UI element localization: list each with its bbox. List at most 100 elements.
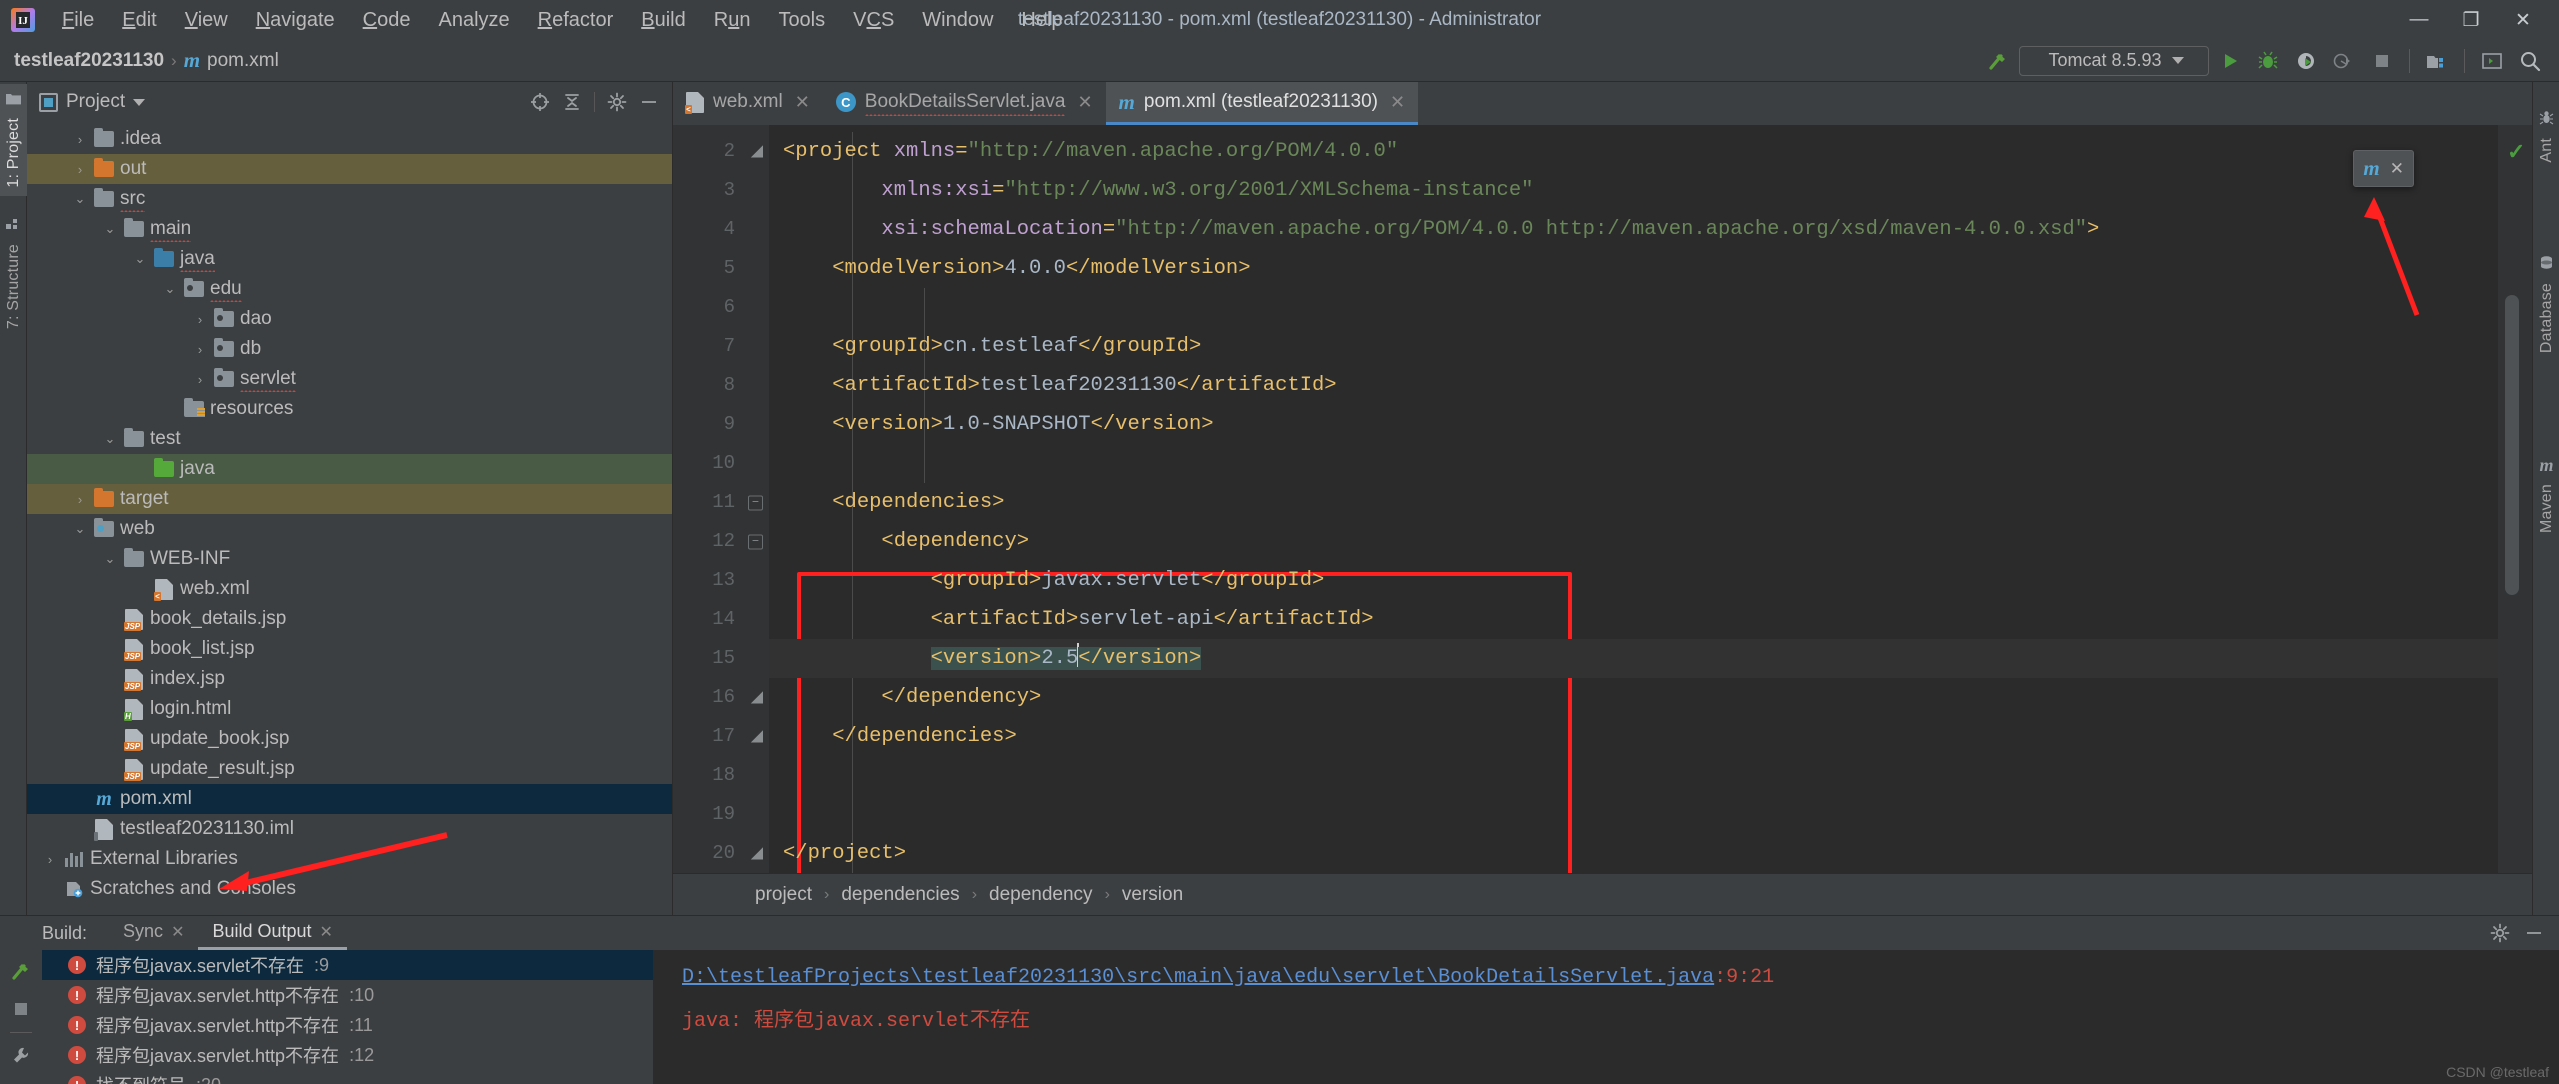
- gutter-line-13[interactable]: 13: [673, 561, 769, 600]
- tree-item-servlet[interactable]: ›servlet: [27, 364, 672, 394]
- tree-item--idea[interactable]: ›.idea: [27, 124, 672, 154]
- breadcrumb-file[interactable]: pom.xml: [207, 50, 279, 72]
- menu-item-tools[interactable]: Tools: [764, 6, 839, 35]
- menu-item-run[interactable]: Run: [700, 6, 765, 35]
- build-error-row[interactable]: !程序包javax.servlet.http不存在:12: [42, 1040, 653, 1070]
- tree-item-java[interactable]: ⌄java: [27, 244, 672, 274]
- terminal-icon[interactable]: [2475, 45, 2509, 77]
- editor-scrollbar-thumb[interactable]: [2505, 295, 2519, 595]
- build-error-row[interactable]: !程序包javax.servlet.http不存在:10: [42, 980, 653, 1010]
- menu-item-analyze[interactable]: Analyze: [424, 6, 523, 35]
- tab-sync[interactable]: Sync ✕: [109, 916, 198, 950]
- tree-item-testleaf20231130-iml[interactable]: testleaf20231130.iml: [27, 814, 672, 844]
- debug-button[interactable]: [2251, 45, 2285, 77]
- tree-item-java[interactable]: java: [27, 454, 672, 484]
- tree-item-target[interactable]: ›target: [27, 484, 672, 514]
- editor-tab-close-icon[interactable]: ✕: [1390, 92, 1405, 113]
- editor-tab-pom-xml[interactable]: mpom.xml (testleaf20231130)✕: [1106, 82, 1419, 125]
- tree-item-db[interactable]: ›db: [27, 334, 672, 364]
- editor-tab-close-icon[interactable]: ✕: [795, 92, 810, 113]
- gutter-line-4[interactable]: 4: [673, 210, 769, 249]
- editor-tab-bookdetailsservlet-java[interactable]: CBookDetailsServlet.java✕: [823, 82, 1106, 125]
- tree-item-web-inf[interactable]: ⌄WEB-INF: [27, 544, 672, 574]
- fold-region-icon[interactable]: ◢: [751, 834, 763, 873]
- tree-item-main[interactable]: ⌄main: [27, 214, 672, 244]
- tree-item-index-jsp[interactable]: JSPindex.jsp: [27, 664, 672, 694]
- tree-item-update-result-jsp[interactable]: JSPupdate_result.jsp: [27, 754, 672, 784]
- editor-gutter[interactable]: 2◢34567891011−12−13141516◢17◢181920◢: [673, 125, 769, 873]
- code-line-8[interactable]: <artifactId>testleaf20231130</artifactId…: [769, 366, 2498, 405]
- run-button[interactable]: [2213, 45, 2247, 77]
- gutter-line-18[interactable]: 18: [673, 756, 769, 795]
- hide-panel-icon[interactable]: [634, 87, 664, 117]
- build-hide-icon[interactable]: [2519, 918, 2549, 948]
- build-error-row[interactable]: !程序包javax.servlet.http不存在:11: [42, 1010, 653, 1040]
- code-line-10[interactable]: [769, 444, 2498, 483]
- chevron-right-icon[interactable]: ›: [69, 132, 91, 147]
- menu-item-file[interactable]: File: [48, 6, 108, 35]
- code-line-3[interactable]: xmlns:xsi="http://www.w3.org/2001/XMLSch…: [769, 171, 2498, 210]
- maven-popup-close-icon[interactable]: ✕: [2390, 159, 2404, 179]
- sidebar-item-project[interactable]: 1: Project: [0, 84, 27, 196]
- menu-item-build[interactable]: Build: [627, 6, 699, 35]
- project-view-chevron-icon[interactable]: [133, 99, 145, 106]
- search-everywhere-icon[interactable]: [2513, 45, 2547, 77]
- menu-item-code[interactable]: Code: [349, 6, 425, 35]
- chevron-down-icon[interactable]: ⌄: [159, 281, 181, 297]
- build-settings-wrench-icon[interactable]: [6, 1041, 36, 1071]
- chevron-down-icon[interactable]: ⌄: [99, 551, 121, 567]
- code-line-16[interactable]: </dependency>: [769, 678, 2498, 717]
- gutter-line-17[interactable]: 17◢: [673, 717, 769, 756]
- code-line-6[interactable]: [769, 288, 2498, 327]
- tree-item-out[interactable]: ›out: [27, 154, 672, 184]
- scroll-from-source-icon[interactable]: [525, 87, 555, 117]
- editor-breadcrumb-version[interactable]: version: [1122, 884, 1183, 906]
- chevron-right-icon[interactable]: ›: [189, 342, 211, 357]
- fold-toggle-icon[interactable]: −: [748, 534, 763, 549]
- run-with-coverage-button[interactable]: [2289, 45, 2323, 77]
- chevron-down-icon[interactable]: ⌄: [99, 431, 121, 447]
- menu-item-edit[interactable]: Edit: [108, 6, 170, 35]
- collapse-all-icon[interactable]: [557, 87, 587, 117]
- tree-item-resources[interactable]: resources: [27, 394, 672, 424]
- sidebar-item-structure[interactable]: 7: Structure: [0, 210, 27, 337]
- code-line-9[interactable]: <version>1.0-SNAPSHOT</version>: [769, 405, 2498, 444]
- maven-popup-icon[interactable]: m: [2363, 156, 2379, 181]
- code-line-7[interactable]: <groupId>cn.testleaf</groupId>: [769, 327, 2498, 366]
- fold-region-icon[interactable]: ◢: [751, 678, 763, 717]
- gutter-line-2[interactable]: 2◢: [673, 132, 769, 171]
- build-error-list[interactable]: !程序包javax.servlet不存在:9!程序包javax.servlet.…: [42, 950, 654, 1084]
- code-line-11[interactable]: <dependencies>: [769, 483, 2498, 522]
- maven-reload-popup[interactable]: m ✕: [2353, 150, 2414, 187]
- maximize-button[interactable]: ❐: [2445, 1, 2497, 39]
- editor-tab-close-icon[interactable]: ✕: [1077, 92, 1092, 113]
- profile-button[interactable]: [2327, 45, 2361, 77]
- editor-code-area[interactable]: <project xmlns="http://maven.apache.org/…: [769, 125, 2498, 873]
- stop-button[interactable]: [2365, 45, 2399, 77]
- chevron-down-icon[interactable]: ⌄: [129, 251, 151, 267]
- tree-item-test[interactable]: ⌄test: [27, 424, 672, 454]
- error-file-link[interactable]: D:\testleafProjects\testleaf20231130\src…: [682, 966, 1714, 989]
- code-line-13[interactable]: <groupId>javax.servlet</groupId>: [769, 561, 2498, 600]
- menu-item-vcs[interactable]: VCS: [839, 6, 908, 35]
- tab-build-output[interactable]: Build Output ✕: [198, 916, 346, 950]
- menu-item-navigate[interactable]: Navigate: [242, 6, 349, 35]
- gutter-line-19[interactable]: 19: [673, 795, 769, 834]
- gutter-line-12[interactable]: 12−: [673, 522, 769, 561]
- chevron-right-icon[interactable]: ›: [69, 492, 91, 507]
- editor-breadcrumb-dependency[interactable]: dependency: [989, 884, 1093, 906]
- minimize-button[interactable]: —: [2393, 1, 2445, 39]
- tree-item-web-xml[interactable]: <web.xml: [27, 574, 672, 604]
- gutter-line-6[interactable]: 6: [673, 288, 769, 327]
- fold-region-icon[interactable]: ◢: [751, 132, 763, 171]
- gutter-line-20[interactable]: 20◢: [673, 834, 769, 873]
- code-line-14[interactable]: <artifactId>servlet-api</artifactId>: [769, 600, 2498, 639]
- run-configuration-selector[interactable]: Tomcat 8.5.93: [2019, 46, 2209, 76]
- tree-item-login-html[interactable]: Hlogin.html: [27, 694, 672, 724]
- tree-item-book-list-jsp[interactable]: JSPbook_list.jsp: [27, 634, 672, 664]
- gutter-line-15[interactable]: 15: [673, 639, 769, 678]
- gutter-line-9[interactable]: 9: [673, 405, 769, 444]
- code-line-18[interactable]: [769, 756, 2498, 795]
- chevron-down-icon[interactable]: ⌄: [99, 221, 121, 237]
- sidebar-item-database[interactable]: Database: [2533, 247, 2559, 361]
